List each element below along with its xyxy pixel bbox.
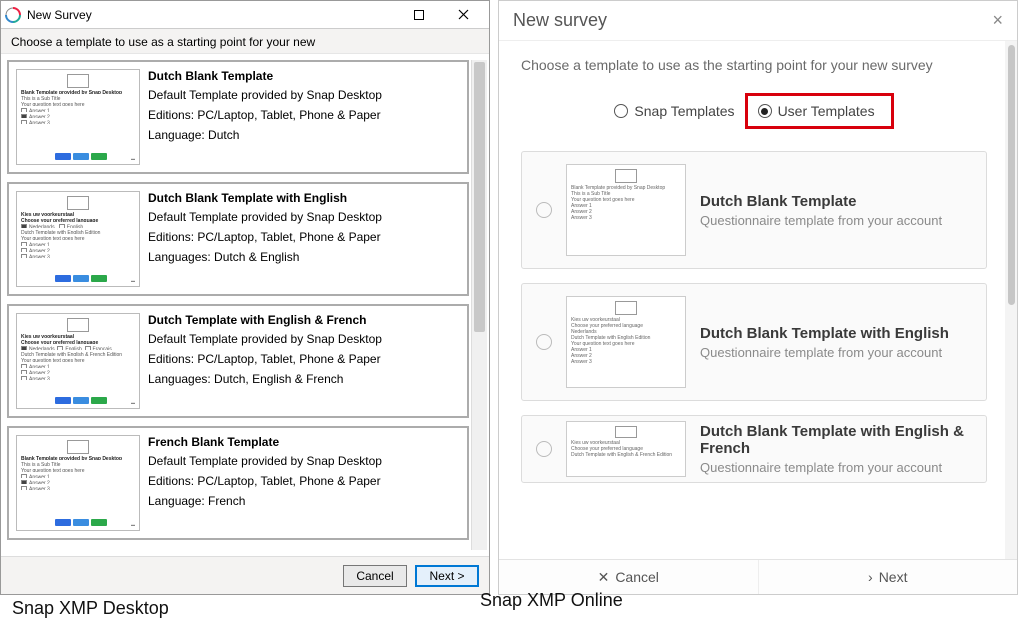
template-item[interactable]: Kies uw voorkeurstaal Choose your prefer…: [521, 415, 987, 483]
template-editions: Editions: PC/Laptop, Tablet, Phone & Pap…: [148, 352, 460, 366]
select-radio[interactable]: [536, 441, 552, 457]
template-info: Dutch Blank Template with English Questi…: [700, 325, 949, 360]
maximize-button[interactable]: [397, 2, 441, 28]
title-bar: New Survey: [1, 1, 489, 29]
template-language: Languages: Dutch & English: [148, 250, 460, 264]
select-radio[interactable]: [536, 334, 552, 350]
close-icon[interactable]: ×: [992, 10, 1003, 31]
close-button[interactable]: [441, 2, 485, 28]
template-subtitle: Questionnaire template from your account: [700, 213, 942, 228]
chevron-right-icon: ›: [868, 569, 873, 585]
template-item[interactable]: Kies uw voorkeurstaal Choose your prefer…: [521, 283, 987, 401]
template-info: Dutch Blank Template with English Defaul…: [148, 191, 460, 287]
radio-icon: [614, 104, 628, 118]
dialog-footer: Cancel Next >: [1, 556, 489, 594]
template-info: Dutch Template with English & French Def…: [148, 313, 460, 409]
window-title: New Survey: [27, 8, 92, 22]
template-thumbnail: Kies uw voorkeurstaal Choose your prefer…: [16, 191, 140, 287]
template-editions: Editions: PC/Laptop, Tablet, Phone & Pap…: [148, 230, 460, 244]
template-provider: Default Template provided by Snap Deskto…: [148, 88, 460, 102]
template-info: Dutch Blank Template Questionnaire templ…: [700, 193, 942, 228]
template-provider: Default Template provided by Snap Deskto…: [148, 210, 460, 224]
template-info: Dutch Blank Template with English & Fren…: [700, 423, 972, 475]
template-title: Dutch Blank Template with English: [148, 191, 460, 205]
template-thumbnail: Blank Template provided by Snap Desktop …: [566, 164, 686, 256]
template-item[interactable]: Blank Template provided by Snap Desktop …: [521, 151, 987, 269]
next-button[interactable]: › Next: [759, 560, 1018, 594]
template-thumbnail: Blank Template provided by Snap Desktop …: [16, 69, 140, 165]
template-title: Dutch Blank Template: [148, 69, 460, 83]
template-thumbnail: Kies uw voorkeurstaal Choose your prefer…: [566, 296, 686, 388]
instruction-text: Choose a template to use as a starting p…: [1, 29, 489, 54]
desktop-dialog: New Survey Choose a template to use as a…: [0, 0, 490, 595]
dialog-title: New survey: [513, 10, 607, 31]
template-info: French Blank Template Default Template p…: [148, 435, 460, 531]
template-title: Dutch Blank Template with English: [700, 325, 949, 342]
app-logo-icon: [5, 7, 21, 23]
caption-online: Snap XMP Online: [480, 590, 623, 611]
template-item[interactable]: Blank Template provided by Snap Desktop …: [7, 60, 469, 174]
cancel-button[interactable]: Cancel: [343, 565, 407, 587]
template-source-radios: Snap Templates User Templates: [521, 93, 987, 129]
snap-templates-radio[interactable]: Snap Templates: [614, 103, 734, 119]
template-editions: Editions: PC/Laptop, Tablet, Phone & Pap…: [148, 474, 460, 488]
scrollbar[interactable]: [1005, 41, 1017, 559]
dialog-footer: ✕ Cancel › Next: [499, 559, 1017, 594]
next-button[interactable]: Next >: [415, 565, 479, 587]
caption-desktop: Snap XMP Desktop: [12, 598, 169, 619]
template-list: Blank Template provided by Snap Desktop …: [7, 60, 471, 550]
template-item[interactable]: Blank Template provided by Snap Desktop …: [7, 426, 469, 540]
cancel-button[interactable]: ✕ Cancel: [499, 560, 759, 594]
dialog-header: New survey ×: [499, 1, 1017, 41]
online-dialog: New survey × Choose a template to use as…: [498, 0, 1018, 595]
template-language: Language: French: [148, 494, 460, 508]
template-language: Languages: Dutch, English & French: [148, 372, 460, 386]
radio-label: Snap Templates: [634, 103, 734, 119]
template-item[interactable]: Kies uw voorkeurstaal Choose your prefer…: [7, 182, 469, 296]
template-provider: Default Template provided by Snap Deskto…: [148, 332, 460, 346]
template-thumbnail: Blank Template provided by Snap Desktop …: [16, 435, 140, 531]
close-icon: ✕: [598, 569, 610, 586]
template-thumbnail: Kies uw voorkeurstaal Choose your prefer…: [566, 421, 686, 477]
template-subtitle: Questionnaire template from your account: [700, 460, 972, 475]
template-provider: Default Template provided by Snap Deskto…: [148, 454, 460, 468]
user-templates-radio[interactable]: User Templates: [745, 93, 894, 129]
scrollbar[interactable]: [471, 60, 487, 550]
radio-label: User Templates: [778, 103, 875, 119]
template-title: Dutch Template with English & French: [148, 313, 460, 327]
template-title: Dutch Blank Template with English & Fren…: [700, 423, 972, 457]
template-info: Dutch Blank Template Default Template pr…: [148, 69, 460, 165]
template-language: Language: Dutch: [148, 128, 460, 142]
radio-icon: [758, 104, 772, 118]
instruction-text: Choose a template to use as the starting…: [521, 57, 987, 73]
scroll-thumb[interactable]: [474, 62, 485, 332]
template-subtitle: Questionnaire template from your account: [700, 345, 949, 360]
template-title: Dutch Blank Template: [700, 193, 942, 210]
template-thumbnail: Kies uw voorkeurstaal Choose your prefer…: [16, 313, 140, 409]
template-editions: Editions: PC/Laptop, Tablet, Phone & Pap…: [148, 108, 460, 122]
scroll-thumb[interactable]: [1008, 45, 1015, 305]
template-title: French Blank Template: [148, 435, 460, 449]
select-radio[interactable]: [536, 202, 552, 218]
template-item[interactable]: Kies uw voorkeurstaal Choose your prefer…: [7, 304, 469, 418]
